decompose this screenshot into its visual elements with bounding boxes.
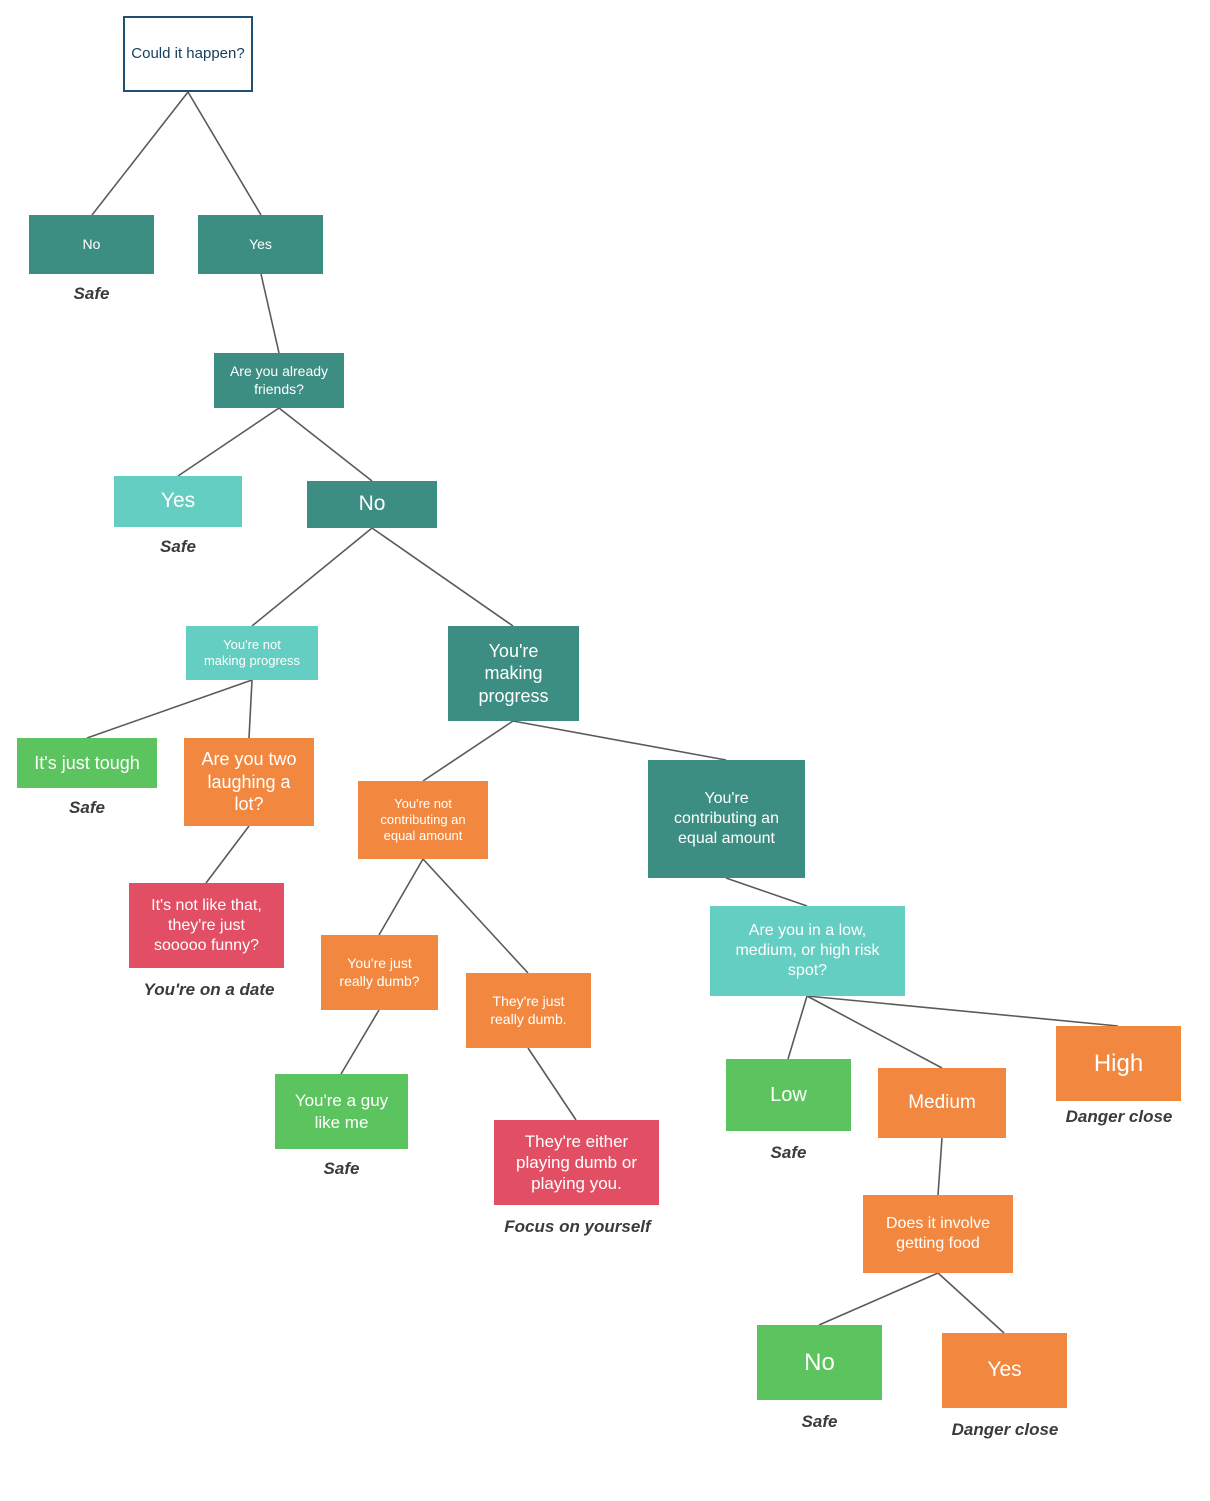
cap-safe-no1: Safe bbox=[73, 284, 110, 303]
cap-safe-no3: Safe bbox=[801, 1412, 838, 1431]
node-makingprogress[interactable]: You're making progress bbox=[448, 626, 579, 721]
node-notprogress[interactable]: You're not making progress bbox=[186, 626, 318, 680]
node-yes3[interactable]: Yes bbox=[942, 1333, 1067, 1408]
edge-friends-to-no2 bbox=[278, 407, 373, 482]
edge-laughing-to-notlikethat bbox=[205, 825, 250, 884]
edge-contrib-to-risk bbox=[725, 877, 808, 907]
node-notcontrib[interactable]: You're not contributing an equal amount bbox=[358, 781, 488, 859]
edge-food-to-yes3 bbox=[937, 1272, 1005, 1334]
edge-theydumb-to-playingdumb bbox=[527, 1047, 577, 1121]
node-yes1[interactable]: Yes bbox=[198, 215, 323, 274]
cap-safe-low: Safe bbox=[770, 1143, 807, 1162]
edge-layer bbox=[86, 91, 1119, 1334]
edge-food-to-no3 bbox=[818, 1272, 939, 1326]
node-yes2[interactable]: Yes bbox=[114, 476, 242, 527]
node-playingdumb[interactable]: They're either playing dumb or playing y… bbox=[494, 1120, 659, 1205]
cap-safe-guy: Safe bbox=[323, 1159, 360, 1178]
cap-danger-high: Danger close bbox=[1065, 1107, 1173, 1126]
node-medium[interactable]: Medium bbox=[878, 1068, 1006, 1138]
edge-makingprogress-to-notcontrib bbox=[422, 720, 514, 782]
edge-root-to-no1 bbox=[91, 91, 189, 216]
cap-danger-yes3: Danger close bbox=[951, 1420, 1059, 1439]
node-low[interactable]: Low bbox=[726, 1059, 851, 1131]
cap-focus: Focus on yourself bbox=[504, 1217, 651, 1236]
node-youdumb[interactable]: You're just really dumb? bbox=[321, 935, 438, 1010]
edge-friends-to-yes2 bbox=[177, 407, 280, 477]
edge-notcontrib-to-youdumb bbox=[378, 858, 424, 936]
node-contrib[interactable]: You're contributing an equal amount bbox=[648, 760, 805, 878]
edge-notprogress-to-laughing bbox=[248, 679, 253, 739]
cap-date: You're on a date bbox=[143, 980, 275, 999]
node-high[interactable]: High bbox=[1056, 1026, 1181, 1101]
edge-risk-to-high bbox=[806, 995, 1119, 1027]
edge-risk-to-low bbox=[787, 995, 808, 1060]
node-notlikethat[interactable]: It's not like that, they're just sooooo … bbox=[129, 883, 284, 968]
edge-yes1-to-friends bbox=[260, 273, 280, 354]
cap-safe-yes2: Safe bbox=[160, 537, 196, 556]
node-guylikeme[interactable]: You're a guy like me bbox=[275, 1074, 408, 1149]
cap-safe-tough: Safe bbox=[69, 798, 105, 817]
edge-youdumb-to-guylikeme bbox=[340, 1009, 380, 1075]
edge-risk-to-medium bbox=[806, 995, 943, 1069]
node-laughing[interactable]: Are you two laughing a lot? bbox=[184, 738, 314, 826]
node-no1[interactable]: No bbox=[29, 215, 154, 274]
edge-no2-to-notprogress bbox=[251, 527, 373, 627]
node-root[interactable]: Could it happen? bbox=[123, 16, 253, 92]
edge-notprogress-to-justtough bbox=[86, 679, 253, 739]
node-food[interactable]: Does it involve getting food bbox=[863, 1195, 1013, 1273]
edge-root-to-yes1 bbox=[187, 91, 262, 216]
node-risk[interactable]: Are you in a low, medium, or high risk s… bbox=[710, 906, 905, 996]
edge-makingprogress-to-contrib bbox=[512, 720, 727, 761]
decision-tree-diagram: Could it happen? No Yes Are you already fri… bbox=[0, 0, 1210, 1501]
node-no3[interactable]: No bbox=[757, 1325, 882, 1400]
node-theydumb[interactable]: They're just really dumb. bbox=[466, 973, 591, 1048]
edge-notcontrib-to-theydumb bbox=[422, 858, 529, 974]
node-friends[interactable]: Are you already friends? bbox=[214, 353, 344, 408]
edge-medium-to-food bbox=[937, 1137, 943, 1196]
edge-no2-to-makingprogress bbox=[371, 527, 514, 627]
node-no2[interactable]: No bbox=[307, 481, 437, 528]
node-justtough[interactable]: It's just tough bbox=[17, 738, 157, 788]
